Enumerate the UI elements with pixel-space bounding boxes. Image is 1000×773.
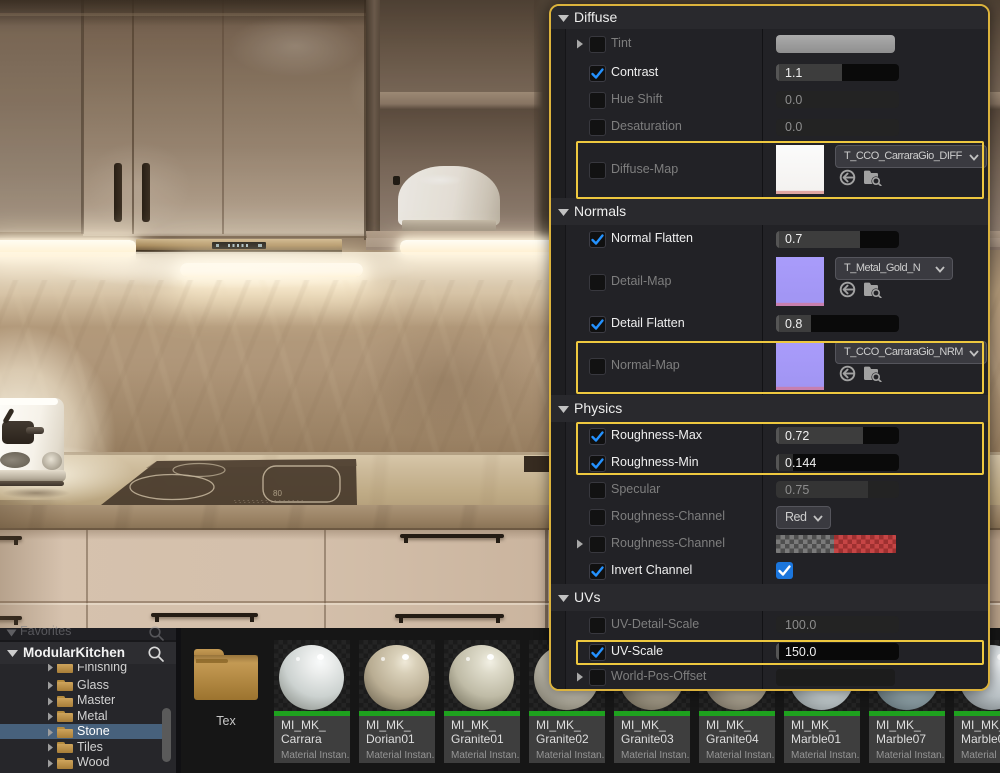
svg-text:80: 80 (273, 489, 282, 498)
